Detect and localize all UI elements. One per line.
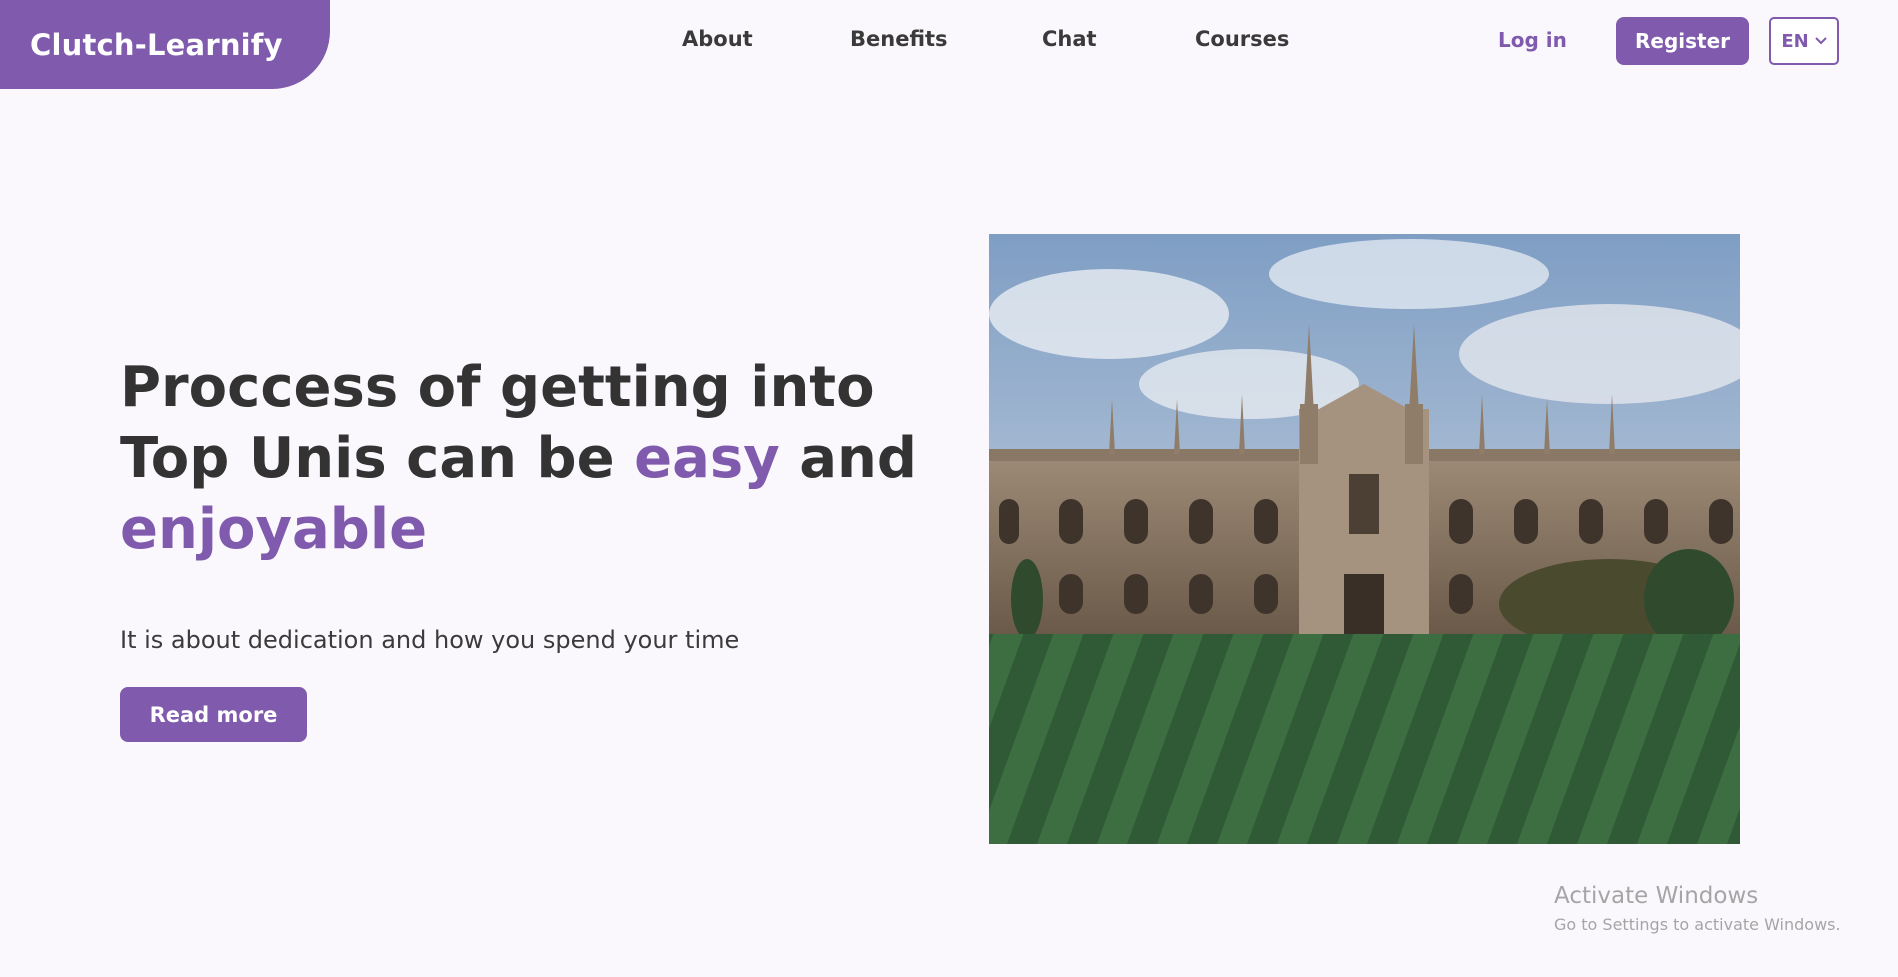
nav-link-courses[interactable]: Courses — [1195, 27, 1289, 51]
logo-tab[interactable]: Clutch-Learnify — [0, 0, 330, 89]
nav-link-benefits[interactable]: Benefits — [850, 27, 948, 51]
brand-logo[interactable]: Clutch-Learnify — [30, 28, 283, 62]
activation-subtitle: Go to Settings to activate Windows. — [1554, 915, 1841, 934]
hero-title: Proccess of getting into Top Unis can be… — [120, 352, 920, 565]
chevron-down-icon — [1814, 37, 1827, 45]
activation-title: Activate Windows — [1554, 883, 1759, 909]
university-building-image — [989, 234, 1740, 844]
hero-title-part2: and — [779, 426, 917, 491]
windows-activation-watermark: Activate Windows Go to Settings to activ… — [1554, 883, 1841, 934]
hero-title-accent-enjoyable: enjoyable — [120, 497, 428, 562]
read-more-button[interactable]: Read more — [120, 687, 307, 742]
nav-link-about[interactable]: About — [682, 27, 753, 51]
language-value: EN — [1781, 30, 1809, 52]
login-link[interactable]: Log in — [1498, 28, 1567, 52]
nav-link-chat[interactable]: Chat — [1042, 27, 1097, 51]
register-button[interactable]: Register — [1616, 17, 1749, 65]
hero-subtitle: It is about dedication and how you spend… — [120, 626, 740, 654]
hero-title-accent-easy: easy — [634, 426, 780, 491]
language-select[interactable]: EN — [1769, 17, 1839, 65]
